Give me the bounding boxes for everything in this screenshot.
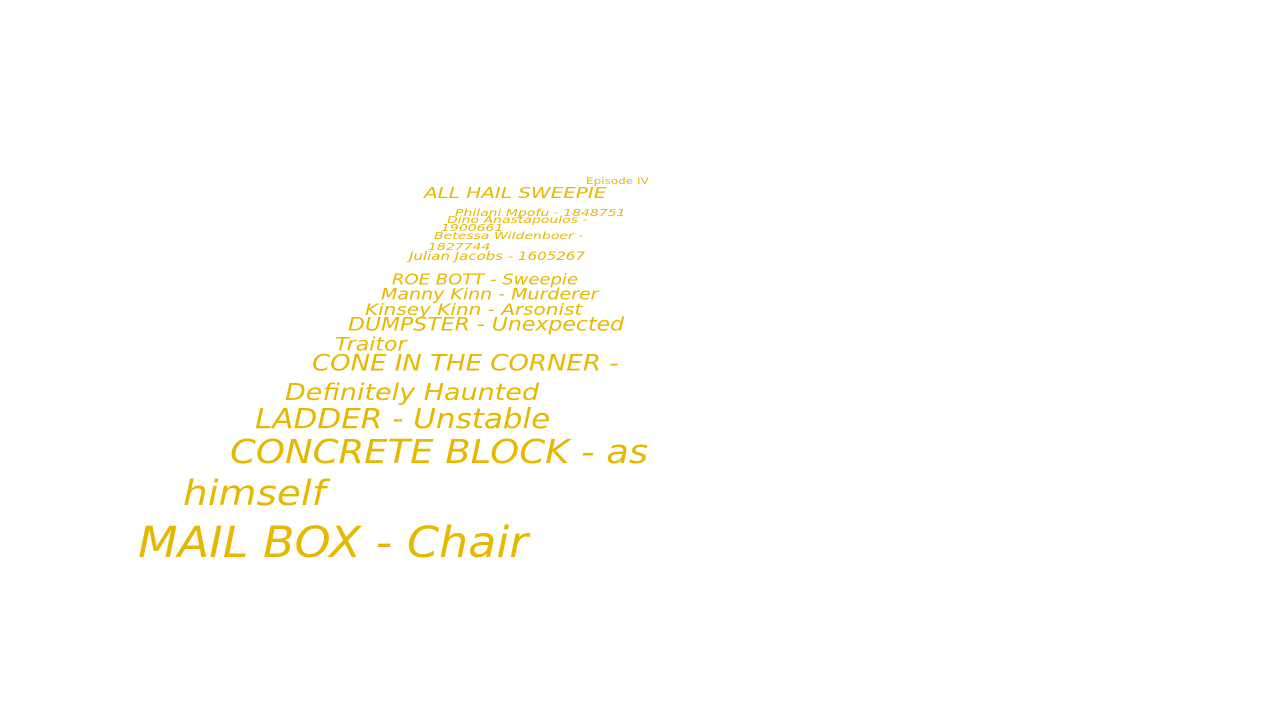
author-line: Julian Jacobs - 1605267	[409, 249, 585, 263]
cast-line: CONE IN THE CORNER -	[312, 351, 619, 377]
cast-line: MAIL BOX - Chair	[138, 517, 529, 567]
cast-line: Definitely Haunted	[285, 379, 540, 406]
cast-line: LADDER - Unstable	[255, 403, 551, 436]
crawl-stage: Episode IV ALL HAIL SWEEPIE Philani Mpof…	[0, 0, 1280, 720]
cast-line: DUMPSTER - Unexpected	[348, 314, 625, 336]
crawl-title: ALL HAIL SWEEPIE	[424, 184, 607, 202]
author-line: Betessa Wildenboer -	[434, 230, 584, 242]
cast-line: himself	[183, 473, 326, 514]
cast-line: CONCRETE BLOCK - as	[230, 432, 649, 471]
